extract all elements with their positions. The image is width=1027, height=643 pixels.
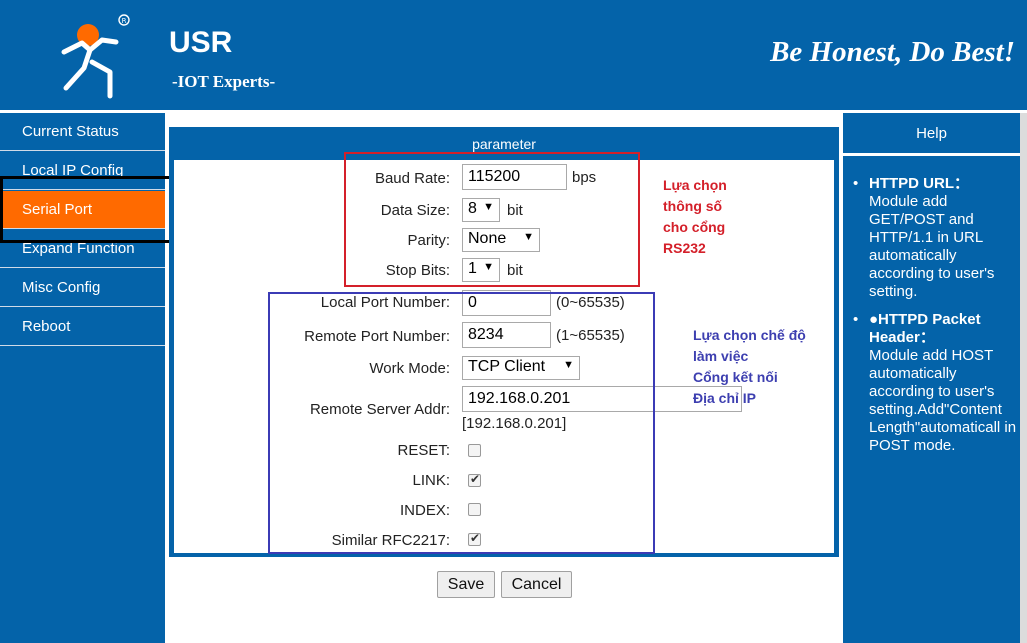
sidebar-item-expand-function[interactable]: Expand Function [0,230,165,268]
header: R USR -IOT Experts- Be Honest, Do Best! [0,0,1027,110]
red-note-line-3: cho cổng [663,219,726,235]
data-size-value: 8 [468,200,477,217]
help-item-text: Module add HOST automatically according … [869,347,1017,454]
parity-select[interactable]: None ▼ [462,228,540,252]
bullet: • [853,311,859,328]
local-port-range: (0~65535) [556,294,625,311]
brand-title: USR [169,26,233,59]
chevron-down-icon: ▼ [483,261,494,273]
bullet: • [853,175,859,192]
save-button[interactable]: Save [437,571,495,598]
panel-title: parameter [472,136,536,152]
blue-note-line-3: Cổng kết nối [693,369,778,385]
cancel-button[interactable]: Cancel [501,571,572,598]
data-size-label: Data Size: [380,202,450,219]
local-port-label: Local Port Number: [320,294,450,311]
baud-rate-unit: bps [572,169,597,186]
link-checkbox[interactable]: ✔ [468,472,481,487]
reset-checkbox[interactable] [468,444,481,457]
local-port-input[interactable] [462,290,551,316]
work-mode-label: Work Mode: [369,360,450,377]
parity-label: Parity: [407,232,450,249]
work-mode-select[interactable]: TCP Client ▼ [462,356,580,380]
link-label: LINK: [412,472,450,489]
help-item-heading: HTTPD URL： [869,175,969,192]
svg-text:R: R [122,17,127,25]
index-label: INDEX: [399,502,450,519]
help-item-heading: ●HTTPD Packet Header： [869,311,981,346]
data-size-select[interactable]: 8 ▼ [462,198,500,222]
help-item-httpd-header: • ●HTTPD Packet Header： Module add HOST … [849,311,1020,455]
stop-bits-value: 1 [468,260,477,277]
rfc2217-label: Similar RFC2217: [331,532,450,549]
reset-label: RESET: [397,442,450,459]
sidebar-item-local-ip-config[interactable]: Local IP Config [0,152,165,190]
chevron-down-icon: ▼ [523,231,534,243]
help-body: • HTTPD URL： Module add GET/POST and HTT… [849,175,1020,465]
sidebar-item-reboot[interactable]: Reboot [0,308,165,346]
help-item-httpd-url: • HTTPD URL： Module add GET/POST and HTT… [849,175,1020,301]
remote-port-input[interactable] [462,322,551,348]
slogan: Be Honest, Do Best! [770,36,1015,68]
stop-bits-label: Stop Bits: [385,262,450,279]
blue-note-line-4: Địa chỉ IP [693,390,757,406]
rfc2217-checkbox[interactable]: ✔ [468,531,481,546]
scrollbar[interactable] [1020,113,1027,643]
brand-subtitle: -IOT Experts- [172,72,276,91]
remote-server-addr-label: Remote Server Addr: [309,401,450,418]
sidebar: Current Status Local IP Config Serial Po… [0,113,165,643]
data-size-unit: bit [507,202,523,219]
baud-rate-label: Baud Rate: [374,170,450,187]
parity-value: None [468,230,507,247]
remote-port-range: (1~65535) [556,327,625,344]
sidebar-item-current-status[interactable]: Current Status [0,113,165,151]
remote-server-resolved: [192.168.0.201] [462,415,567,432]
help-item-text: Module add GET/POST and HTTP/1.1 in URL … [869,193,995,300]
stop-bits-unit: bit [507,262,523,279]
sidebar-item-serial-port[interactable]: Serial Port [0,191,165,229]
index-checkbox[interactable] [468,503,481,516]
check-icon: ✔ [470,531,481,545]
usr-logo-icon: R [61,14,130,99]
red-note-line-4: RS232 [663,240,706,256]
help-title: Help [843,113,1020,156]
remote-port-label: Remote Port Number: [304,328,450,345]
check-icon: ✔ [470,472,481,486]
work-mode-value: TCP Client [468,358,546,375]
blue-note-line-1: Lựa chọn chế độ [693,327,806,343]
chevron-down-icon: ▼ [483,201,494,213]
stop-bits-select[interactable]: 1 ▼ [462,258,500,282]
baud-rate-input[interactable] [462,164,567,190]
blue-note-line-2: làm việc [693,348,749,364]
chevron-down-icon: ▼ [563,359,574,371]
sidebar-item-misc-config[interactable]: Misc Config [0,269,165,307]
red-note-line-1: Lựa chọn [663,177,727,193]
help-panel: Help • HTTPD URL： Module add GET/POST an… [843,113,1020,643]
red-note-line-2: thông số [663,198,723,214]
